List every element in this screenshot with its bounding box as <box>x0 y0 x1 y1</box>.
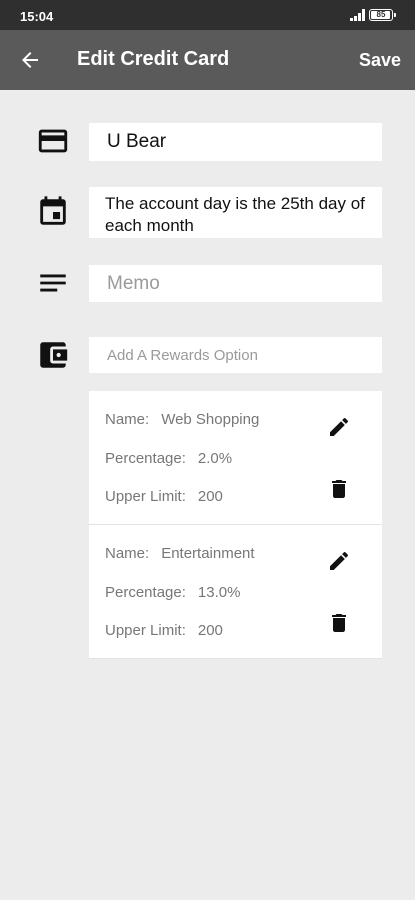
add-rewards-input[interactable] <box>89 337 382 373</box>
reward-name-row: Name: Web Shopping <box>105 411 259 428</box>
reward-percentage-label: Percentage: <box>105 450 186 467</box>
rewards-list: Name: Web Shopping Percentage: 2.0% Upper … <box>89 391 382 659</box>
add-rewards-field[interactable] <box>89 337 382 373</box>
battery-icon: 85 <box>369 9 396 21</box>
reward-item: Name: Entertainment Percentage: 13.0% Uppe… <box>89 525 382 659</box>
memo-field[interactable] <box>89 265 382 302</box>
status-icons: 85 <box>350 9 396 21</box>
reward-item: Name: Web Shopping Percentage: 2.0% Upper … <box>89 391 382 525</box>
pencil-icon[interactable] <box>327 549 351 573</box>
signal-icon <box>350 9 365 21</box>
reward-name-value: Web Shopping <box>161 411 260 428</box>
reward-limit-label: Upper Limit: <box>105 622 186 639</box>
reward-percentage-value: 2.0% <box>197 450 233 467</box>
calendar-icon <box>40 196 66 225</box>
card-name-input[interactable] <box>89 123 382 161</box>
credit-card-icon <box>38 129 68 153</box>
status-time: 15:04 <box>20 9 54 24</box>
account-day-field[interactable]: The account day is the 25th day of each … <box>89 187 382 238</box>
pencil-icon[interactable] <box>327 415 351 439</box>
notes-icon <box>40 274 66 292</box>
app-bar: Edit Credit Card Save <box>0 30 415 90</box>
card-name-field[interactable] <box>89 123 382 161</box>
reward-name-row: Name: Entertainment <box>105 545 255 562</box>
memo-input[interactable] <box>89 265 382 302</box>
reward-percentage-label: Percentage: <box>105 584 186 601</box>
reward-limit-value: 200 <box>197 488 223 505</box>
arrow-back-icon[interactable] <box>18 48 42 72</box>
reward-limit-label: Upper Limit: <box>105 488 186 505</box>
page-title: Edit Credit Card <box>77 48 230 70</box>
status-bar: 15:04 85 <box>0 0 415 30</box>
reward-limit-value: 200 <box>197 622 223 639</box>
save-button[interactable]: Save <box>359 50 401 71</box>
reward-percentage-row: Percentage: 2.0% <box>105 450 232 467</box>
reward-limit-row: Upper Limit: 200 <box>105 622 223 639</box>
reward-name-value: Entertainment <box>161 545 255 562</box>
reward-name-label: Name: <box>105 545 150 562</box>
reward-percentage-row: Percentage: 13.0% <box>105 584 240 601</box>
trash-icon[interactable] <box>327 611 351 635</box>
battery-level: 85 <box>376 10 386 19</box>
reward-limit-row: Upper Limit: 200 <box>105 488 223 505</box>
wallet-icon <box>40 342 68 368</box>
reward-percentage-value: 13.0% <box>197 584 241 601</box>
reward-name-label: Name: <box>105 411 150 428</box>
trash-icon[interactable] <box>327 477 351 501</box>
